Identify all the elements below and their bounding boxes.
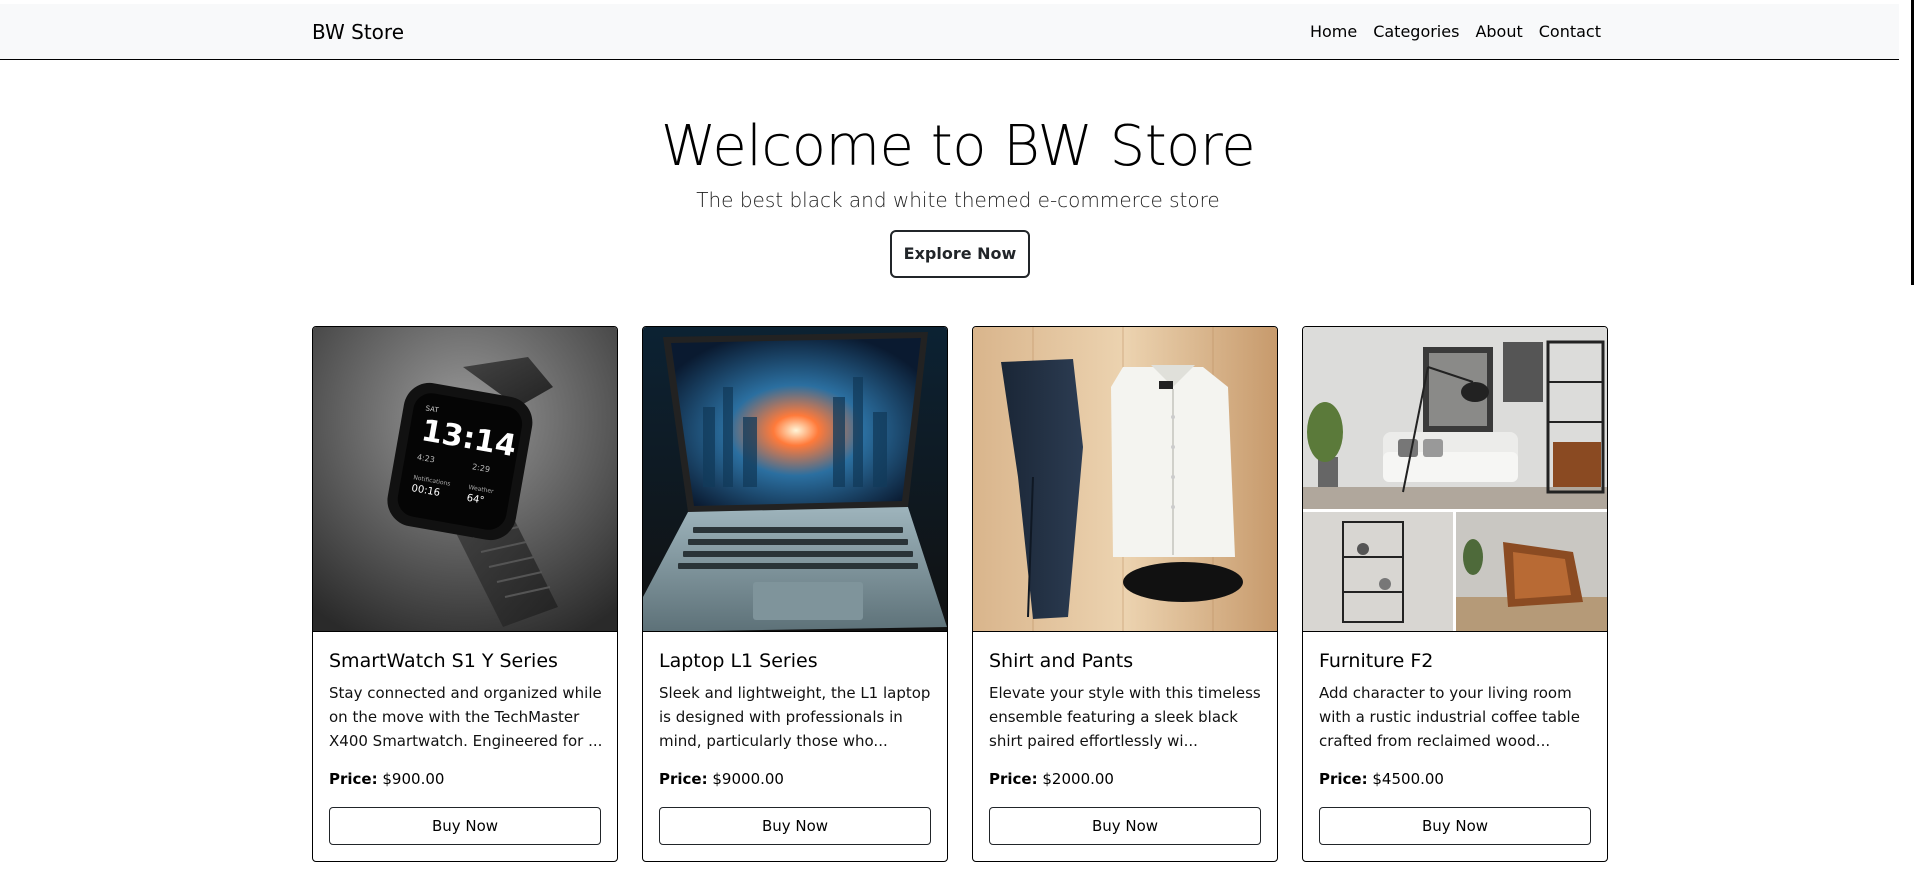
product-description: Add character to your living room with a…: [1319, 684, 1580, 750]
product-description: Sleek and lightweight, the L1 laptop is …: [659, 684, 931, 750]
product-card: SAT 13:14 4:23 2:29 Notifications 00:16 …: [312, 326, 618, 862]
product-title: Furniture F2: [1319, 650, 1434, 672]
nav-link-home[interactable]: Home: [1302, 4, 1365, 60]
product-title: Shirt and Pants: [989, 650, 1134, 672]
buy-now-button[interactable]: Buy Now: [1319, 807, 1591, 845]
navbar-container: BW Store Home Categories About Contact: [312, 4, 1601, 60]
price-label: Price:: [659, 770, 708, 788]
product-card: Laptop L1 Series Sleek and lightweight, …: [642, 326, 948, 862]
shirt-pants-image[interactable]: [973, 327, 1277, 632]
price-value: $2000.00: [1042, 770, 1114, 788]
product-price: Price: $900.00: [329, 769, 444, 789]
buy-now-button[interactable]: Buy Now: [989, 807, 1261, 845]
product-description: Stay connected and organized while on th…: [329, 684, 603, 750]
price-value: $4500.00: [1372, 770, 1444, 788]
hero-subtitle: The best black and white themed e-commer…: [696, 188, 1220, 212]
navbar: BW Store Home Categories About Contact: [0, 4, 1916, 60]
product-title: Laptop L1 Series: [659, 650, 818, 672]
furniture-image[interactable]: [1303, 327, 1607, 632]
hero-title: Welcome to BW Store: [660, 114, 1256, 179]
buy-now-button[interactable]: Buy Now: [329, 807, 601, 845]
product-title: SmartWatch S1 Y Series: [329, 650, 558, 672]
scrollbar-thumb[interactable]: [1911, 0, 1914, 285]
furniture-picture: [1303, 327, 1607, 631]
price-label: Price:: [1319, 770, 1368, 788]
smartwatch-picture: SAT 13:14 4:23 2:29 Notifications 00:16 …: [313, 327, 617, 631]
product-description: Elevate your style with this timeless en…: [989, 684, 1261, 750]
price-value: $900.00: [382, 770, 445, 788]
price-label: Price:: [329, 770, 378, 788]
product-price: Price: $4500.00: [1319, 769, 1444, 789]
price-value: $9000.00: [712, 770, 784, 788]
buy-now-button[interactable]: Buy Now: [659, 807, 931, 845]
smartwatch-image[interactable]: SAT 13:14 4:23 2:29 Notifications 00:16 …: [313, 327, 617, 632]
product-price: Price: $9000.00: [659, 769, 784, 789]
brand-logo-link[interactable]: BW Store: [312, 4, 404, 60]
laptop-image[interactable]: [643, 327, 947, 632]
page-scrollbar[interactable]: [1899, 0, 1916, 876]
product-card: Furniture F2 Add character to your livin…: [1302, 326, 1608, 862]
price-label: Price:: [989, 770, 1038, 788]
product-grid: SAT 13:14 4:23 2:29 Notifications 00:16 …: [312, 326, 1609, 862]
nav-link-about[interactable]: About: [1467, 4, 1530, 60]
shirt-pants-picture: [973, 327, 1277, 631]
product-card: Shirt and Pants Elevate your style with …: [972, 326, 1278, 862]
nav-links: Home Categories About Contact: [1302, 4, 1601, 60]
laptop-picture: [643, 327, 947, 631]
product-price: Price: $2000.00: [989, 769, 1114, 789]
nav-link-contact[interactable]: Contact: [1531, 4, 1601, 60]
nav-link-categories[interactable]: Categories: [1365, 4, 1467, 60]
page: BW Store Home Categories About Contact W…: [0, 0, 1916, 876]
explore-now-button[interactable]: Explore Now: [890, 230, 1030, 278]
